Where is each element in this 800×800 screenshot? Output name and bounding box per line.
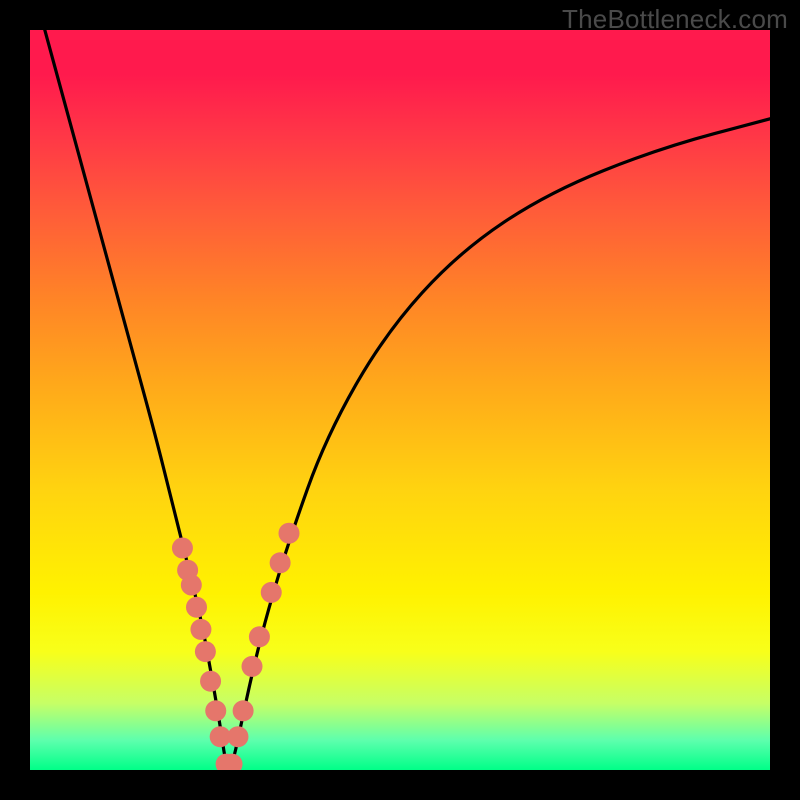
data-marker [172, 538, 193, 559]
chart-frame: TheBottleneck.com [0, 0, 800, 800]
data-marker [181, 575, 202, 596]
data-marker [233, 700, 254, 721]
data-marker [270, 552, 291, 573]
markers-left [172, 538, 249, 771]
plot-area [30, 30, 770, 770]
data-marker [195, 641, 216, 662]
bottleneck-curve [45, 30, 770, 766]
data-marker [249, 626, 270, 647]
data-marker [186, 597, 207, 618]
data-marker [242, 656, 263, 677]
data-marker [227, 726, 248, 747]
data-marker [279, 523, 300, 544]
data-marker [200, 671, 221, 692]
watermark-text: TheBottleneck.com [562, 4, 788, 35]
data-marker [190, 619, 211, 640]
curve-layer [30, 30, 770, 770]
data-marker [205, 700, 226, 721]
data-marker [261, 582, 282, 603]
